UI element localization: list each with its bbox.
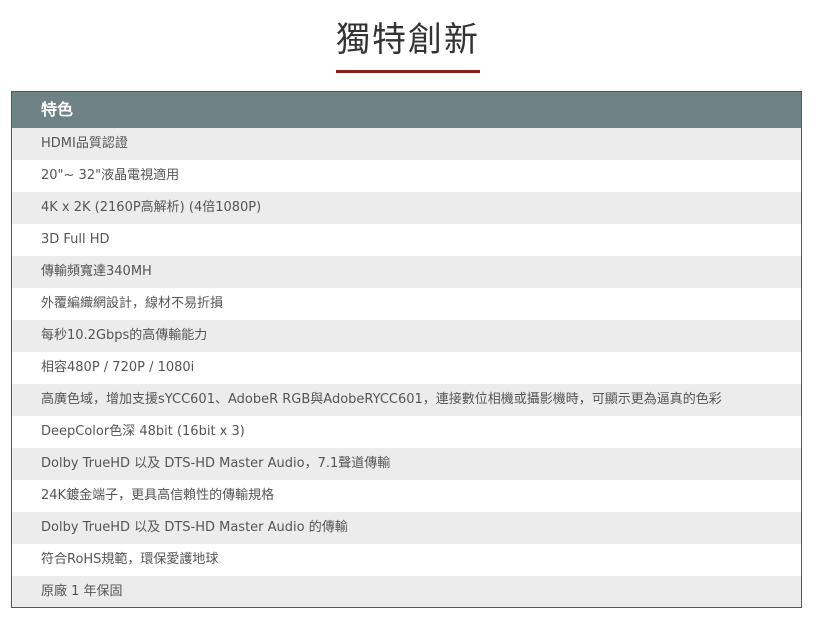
table-row: 每秒10.2Gbps的高傳輸能力: [12, 320, 801, 352]
table-row: 4K x 2K (2160P高解析) (4倍1080P): [12, 192, 801, 224]
table-row: 傳輸頻寬達340MH: [12, 256, 801, 288]
table-row: DeepColor色深 48bit (16bit x 3): [12, 416, 801, 448]
table-row: 原廠 1 年保固: [12, 576, 801, 607]
title-underline: [336, 70, 480, 73]
table-rows: HDMI品質認證 20"~ 32"液晶電視適用 4K x 2K (2160P高解…: [12, 128, 801, 607]
page-title: 獨特創新: [336, 20, 480, 60]
table-row: 24K鍍金端子，更具高信賴性的傳輸規格: [12, 480, 801, 512]
table-row: HDMI品質認證: [12, 128, 801, 160]
table-row: 相容480P / 720P / 1080i: [12, 352, 801, 384]
table-row: Dolby TrueHD 以及 DTS-HD Master Audio 的傳輸: [12, 512, 801, 544]
table-row: 外覆編織網設計，線材不易折損: [12, 288, 801, 320]
features-table: 特色 HDMI品質認證 20"~ 32"液晶電視適用 4K x 2K (2160…: [11, 91, 802, 608]
table-row: 20"~ 32"液晶電視適用: [12, 160, 801, 192]
table-row: 高廣色域，增加支援sYCC601、AdobeR RGB與AdobeRYCC601…: [12, 384, 801, 416]
table-row: 3D Full HD: [12, 224, 801, 256]
table-row: 符合RoHS規範，環保愛護地球: [12, 544, 801, 576]
table-header: 特色: [12, 92, 801, 128]
title-section: 獨特創新: [0, 0, 816, 90]
table-row: Dolby TrueHD 以及 DTS-HD Master Audio，7.1聲…: [12, 448, 801, 480]
